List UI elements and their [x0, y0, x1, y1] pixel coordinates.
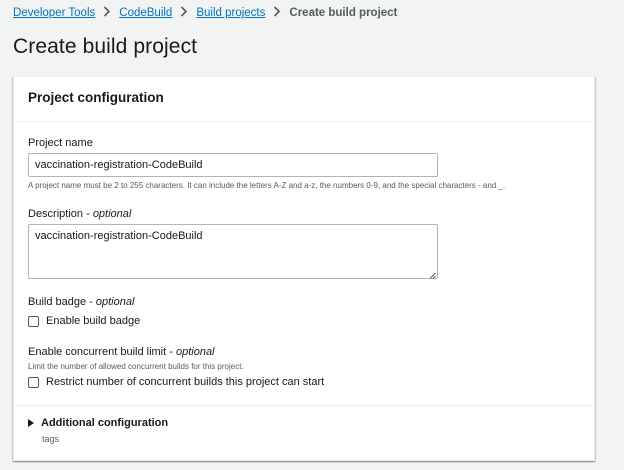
- description-textarea[interactable]: vaccination-registration-CodeBuild: [28, 224, 438, 279]
- concurrent-limit-hint: Limit the number of allowed concurrent b…: [28, 362, 244, 371]
- project-configuration-panel: Project configuration Project name vacci…: [13, 76, 595, 461]
- concurrent-limit-checkbox-row[interactable]: Restrict number of concurrent builds thi…: [28, 376, 324, 388]
- build-badge-checkbox-row[interactable]: Enable build badge: [28, 315, 140, 327]
- breadcrumb-developer-tools[interactable]: Developer Tools: [13, 5, 95, 21]
- description-field: Description - optional: [28, 207, 131, 221]
- panel-title: Project configuration: [28, 90, 164, 105]
- description-label-text: Description: [28, 208, 84, 220]
- concurrent-limit-label-text: Enable concurrent build limit: [28, 346, 167, 358]
- breadcrumb-codebuild[interactable]: CodeBuild: [119, 5, 172, 21]
- breadcrumb: Developer Tools CodeBuild Build projects…: [13, 5, 397, 21]
- project-name-label: Project name: [28, 137, 93, 149]
- restrict-concurrent-builds-checkbox[interactable]: [28, 376, 39, 388]
- build-badge-checkbox-wrap: Enable build badge: [28, 315, 140, 327]
- build-badge-field: Build badge - optional: [28, 295, 134, 309]
- build-badge-optional: optional: [95, 296, 135, 308]
- breadcrumb-build-projects[interactable]: Build projects: [196, 5, 265, 21]
- chevron-right-icon: [177, 5, 191, 21]
- resize-handle-icon[interactable]: [429, 270, 436, 279]
- description-optional: optional: [92, 208, 132, 220]
- build-badge-label: Build badge - optional: [28, 296, 135, 308]
- concurrent-limit-hint-wrap: Limit the number of allowed concurrent b…: [28, 361, 244, 372]
- page-title: Create build project: [13, 35, 198, 58]
- project-name-input[interactable]: vaccination-registration-CodeBuild: [28, 153, 438, 177]
- caret-right-icon[interactable]: [28, 419, 34, 427]
- breadcrumb-current: Create build project: [289, 7, 398, 19]
- description-value: vaccination-registration-CodeBuild: [35, 230, 203, 242]
- concurrent-limit-label: Enable concurrent build limit - optional: [28, 346, 215, 358]
- additional-configuration-title[interactable]: Additional configuration: [41, 417, 168, 429]
- concurrent-limit-checkbox-wrap: Restrict number of concurrent builds thi…: [28, 376, 324, 388]
- project-name-hint: A project name must be 2 to 255 characte…: [28, 181, 506, 190]
- additional-configuration-expander[interactable]: Additional configuration: [28, 417, 168, 429]
- project-name-field: Project name: [28, 136, 93, 150]
- concurrent-limit-field: Enable concurrent build limit - optional: [28, 345, 215, 359]
- divider: [14, 405, 594, 406]
- enable-build-badge-checkbox[interactable]: [28, 315, 39, 327]
- concurrent-limit-optional: optional: [175, 346, 215, 358]
- additional-configuration-subtitle: tags: [42, 434, 60, 444]
- chevron-right-icon: [270, 5, 284, 21]
- panel-header: Project configuration: [14, 77, 594, 122]
- description-label: Description - optional: [28, 208, 132, 220]
- project-name-hint-wrap: A project name must be 2 to 255 characte…: [28, 180, 505, 191]
- build-badge-label-text: Build badge: [28, 296, 87, 308]
- restrict-concurrent-builds-label[interactable]: Restrict number of concurrent builds thi…: [46, 376, 324, 388]
- enable-build-badge-label[interactable]: Enable build badge: [46, 315, 140, 327]
- chevron-right-icon: [100, 5, 114, 21]
